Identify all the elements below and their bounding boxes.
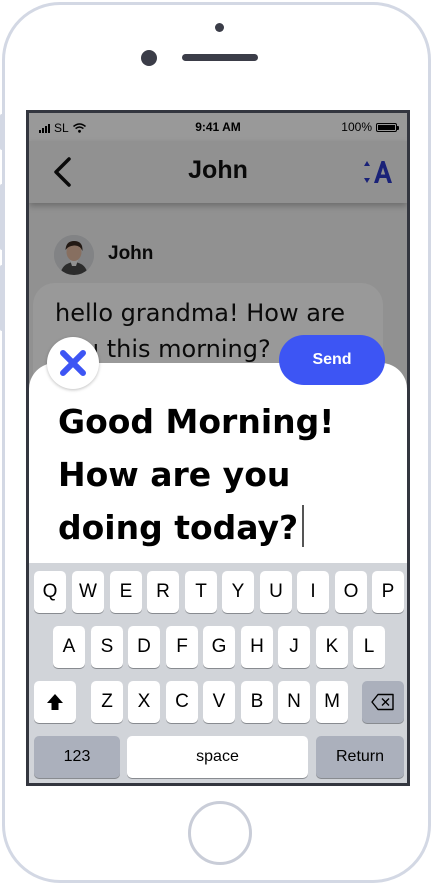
key-u[interactable]: U (260, 571, 292, 613)
key-t[interactable]: T (185, 571, 217, 613)
key-b[interactable]: B (241, 681, 273, 723)
numbers-key[interactable]: 123 (34, 736, 120, 778)
phone-side-button (0, 114, 5, 150)
key-n[interactable]: N (278, 681, 310, 723)
key-s[interactable]: S (91, 626, 123, 668)
compose-text-area[interactable]: Good Morning! How are you doing today? (58, 395, 388, 554)
key-e[interactable]: E (110, 571, 142, 613)
phone-volume-down-button (0, 265, 5, 331)
key-o[interactable]: O (335, 571, 367, 613)
space-key[interactable]: space (127, 736, 308, 778)
key-j[interactable]: J (278, 626, 310, 668)
key-z[interactable]: Z (91, 681, 123, 723)
phone-speaker (182, 54, 258, 61)
key-i[interactable]: I (297, 571, 329, 613)
phone-volume-up-button (0, 184, 5, 250)
key-q[interactable]: Q (34, 571, 66, 613)
return-key[interactable]: Return (316, 736, 404, 778)
key-m[interactable]: M (316, 681, 348, 723)
delete-key[interactable] (362, 681, 404, 723)
compose-text: Good Morning! How are you doing today? (58, 402, 335, 547)
key-k[interactable]: K (316, 626, 348, 668)
key-h[interactable]: H (241, 626, 273, 668)
key-g[interactable]: G (203, 626, 235, 668)
key-r[interactable]: R (147, 571, 179, 613)
key-y[interactable]: Y (222, 571, 254, 613)
phone-camera (141, 50, 157, 66)
close-button[interactable] (47, 337, 99, 389)
shift-icon (47, 694, 63, 710)
key-c[interactable]: C (166, 681, 198, 723)
key-a[interactable]: A (53, 626, 85, 668)
shift-key[interactable] (34, 681, 76, 723)
key-x[interactable]: X (128, 681, 160, 723)
backspace-icon (371, 693, 394, 711)
home-button[interactable] (188, 801, 252, 865)
phone-sensor (215, 23, 224, 32)
send-button[interactable]: Send (279, 335, 385, 385)
screen: SL 9:41 AM 100% John John hello grandma!… (26, 110, 410, 786)
key-w[interactable]: W (72, 571, 104, 613)
key-v[interactable]: V (203, 681, 235, 723)
close-icon (60, 350, 86, 376)
text-caret (302, 505, 305, 547)
keyboard: Q W E R T Y U I O P A S D F G H J K L Z … (29, 563, 407, 783)
key-l[interactable]: L (353, 626, 385, 668)
key-p[interactable]: P (372, 571, 404, 613)
key-d[interactable]: D (128, 626, 160, 668)
key-f[interactable]: F (166, 626, 198, 668)
